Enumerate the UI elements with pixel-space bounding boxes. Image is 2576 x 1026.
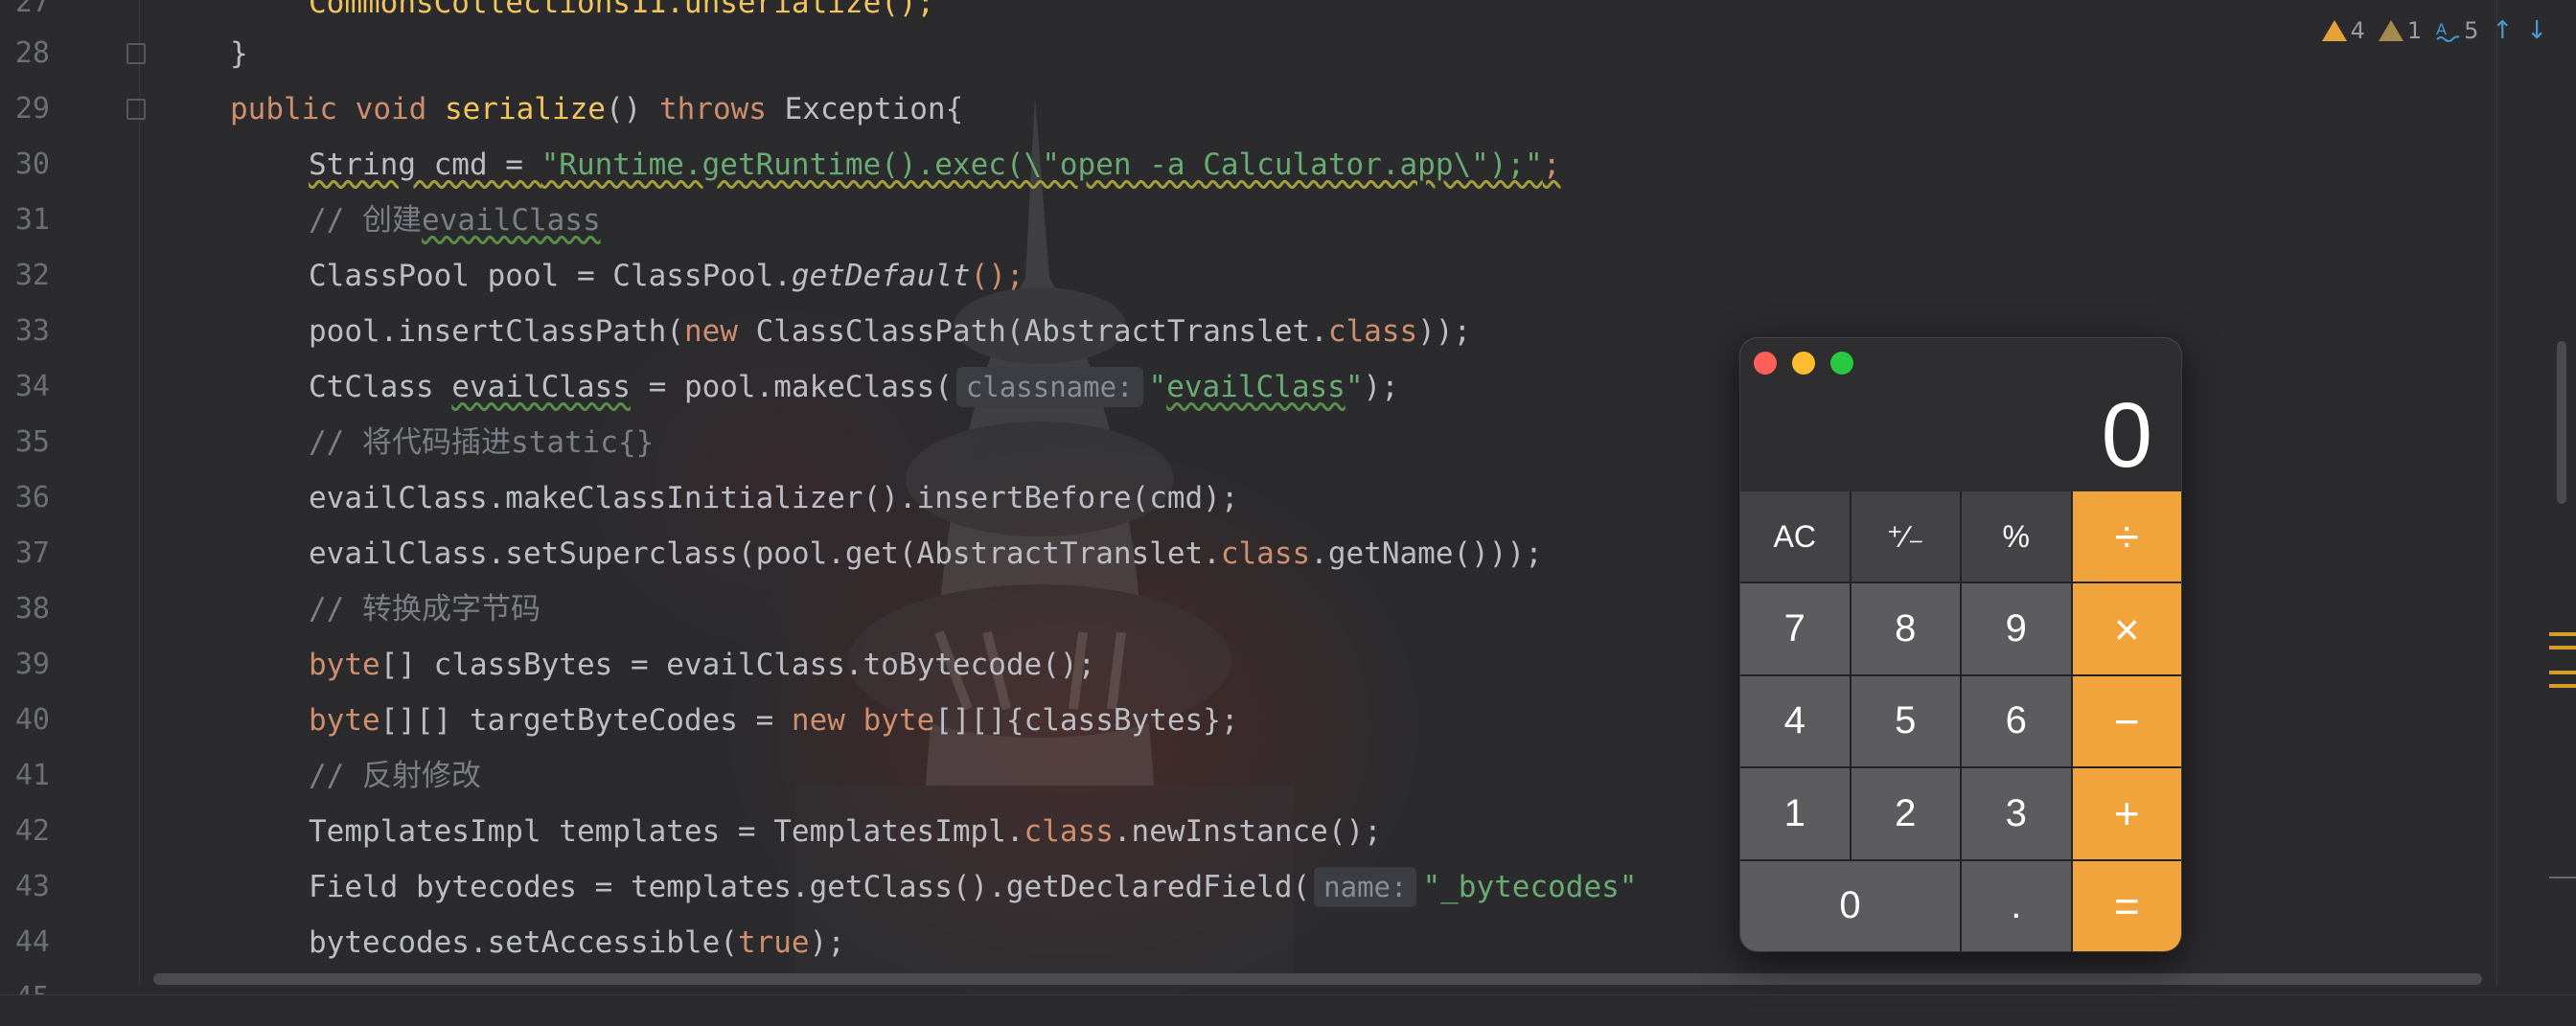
subtract-button[interactable]: − — [2072, 675, 2181, 767]
code-line[interactable]: // 转换成字节码 — [309, 581, 540, 637]
digit-9-button[interactable]: 9 — [1962, 583, 2071, 674]
line-number: 28 — [14, 36, 50, 70]
digit-1-button[interactable]: 1 — [1740, 768, 1850, 859]
arrow-up-icon[interactable]: ↑ — [2492, 16, 2513, 45]
typo-icon: A — [2436, 20, 2460, 42]
digit-2-button[interactable]: 2 — [1851, 768, 1960, 859]
line-number: 29 — [14, 92, 50, 125]
inspection-widget[interactable]: 4 1 A 5 ↑ ↓ — [2321, 13, 2547, 48]
plus-minus-button[interactable]: ⁺∕₋ — [1851, 491, 1960, 582]
code-line[interactable]: evailClass.setSuperclass(pool.get(Abstra… — [309, 526, 1543, 581]
weak-warning-triangle-icon — [2378, 20, 2404, 41]
right-margin-line — [2496, 0, 2497, 987]
warning-triangle-icon — [2321, 20, 2347, 41]
close-button[interactable] — [1754, 352, 1777, 375]
svg-text:A: A — [2436, 20, 2447, 38]
minimize-button[interactable] — [1792, 352, 1815, 375]
line-number: 32 — [14, 259, 50, 292]
line-number: 42 — [14, 814, 50, 848]
line-number: 35 — [14, 425, 50, 459]
decimal-button[interactable]: . — [1962, 860, 2071, 951]
code-line[interactable]: TemplatesImpl templates = TemplatesImpl.… — [309, 804, 1382, 859]
code-line[interactable]: evailClass.makeClassInitializer().insert… — [309, 470, 1239, 526]
multiply-button[interactable]: × — [2072, 583, 2181, 674]
code-line[interactable]: bytecodes.setAccessible(true); — [309, 915, 845, 970]
horizontal-scrollbar[interactable] — [153, 973, 2482, 985]
digit-8-button[interactable]: 8 — [1851, 583, 1960, 674]
all-clear-button[interactable]: AC — [1740, 491, 1850, 582]
fold-end-icon[interactable] — [126, 43, 146, 64]
typos-indicator[interactable]: A 5 — [2435, 17, 2478, 44]
line-number: 34 — [14, 370, 50, 403]
digit-7-button[interactable]: 7 — [1740, 583, 1850, 674]
code-line[interactable]: // 创建evailClass — [309, 193, 601, 248]
line-number: 44 — [14, 925, 50, 959]
code-line[interactable]: } — [230, 26, 248, 81]
line-number: 43 — [14, 870, 50, 903]
code-editor[interactable]: 27 28 29 30 31 32 33 34 35 36 37 38 39 4… — [0, 0, 2576, 1022]
fold-start-icon[interactable] — [126, 99, 146, 120]
code-line[interactable]: String cmd = "Runtime.getRuntime().exec(… — [309, 137, 1560, 193]
error-stripe-mark[interactable] — [2549, 671, 2576, 674]
add-button[interactable]: + — [2072, 768, 2181, 859]
line-number: 33 — [14, 314, 50, 348]
code-line[interactable]: byte[][] targetByteCodes = new byte[][]{… — [309, 693, 1239, 748]
code-line[interactable]: CommonsCollections11.unserialize(); — [309, 0, 934, 31]
weak-warnings-indicator[interactable]: 1 — [2378, 17, 2422, 44]
line-number: 36 — [14, 481, 50, 514]
line-number: 31 — [14, 203, 50, 237]
digit-6-button[interactable]: 6 — [1962, 675, 2071, 767]
code-line[interactable]: Field bytecodes = templates.getClass().g… — [309, 859, 1637, 915]
line-number: 38 — [14, 592, 50, 626]
error-stripe-mark[interactable] — [2549, 632, 2576, 636]
code-line[interactable]: CtClass evailClass = pool.makeClass(clas… — [309, 359, 1399, 415]
code-line[interactable]: // 反射修改 — [309, 748, 481, 804]
error-stripe-mark[interactable] — [2549, 646, 2576, 650]
percent-button[interactable]: % — [1962, 491, 2071, 582]
arrow-down-icon[interactable]: ↓ — [2526, 16, 2547, 45]
line-number: 41 — [14, 759, 50, 792]
status-strip — [0, 994, 2576, 1022]
zoom-button[interactable] — [1830, 352, 1853, 375]
code-line[interactable]: // 将代码插进static{} — [309, 415, 654, 470]
code-line[interactable]: public void serialize() throws Exception… — [230, 81, 963, 137]
line-number: 40 — [14, 703, 50, 737]
equals-button[interactable]: = — [2072, 860, 2181, 951]
error-stripe-mark[interactable] — [2549, 684, 2576, 688]
digit-3-button[interactable]: 3 — [1962, 768, 2071, 859]
parameter-hint: name: — [1314, 867, 1417, 907]
line-number: 39 — [14, 648, 50, 681]
digit-5-button[interactable]: 5 — [1851, 675, 1960, 767]
calculator-keypad: AC ⁺∕₋ % ÷ 7 8 9 × 4 5 6 − 1 2 3 + 0 . = — [1740, 491, 2181, 951]
code-line[interactable]: ClassPool pool = ClassPool.getDefault(); — [309, 248, 1024, 304]
vertical-scrollbar[interactable] — [2557, 341, 2566, 504]
calculator-window[interactable]: 0 AC ⁺∕₋ % ÷ 7 8 9 × 4 5 6 − 1 2 3 + 0 .… — [1740, 338, 2181, 951]
code-line[interactable]: pool.insertClassPath(new ClassClassPath(… — [309, 304, 1471, 359]
line-number: 37 — [14, 536, 50, 570]
code-line[interactable]: byte[] classBytes = evailClass.toBytecod… — [309, 637, 1095, 693]
warnings-indicator[interactable]: 4 — [2321, 17, 2365, 44]
error-stripe-mark[interactable] — [2549, 877, 2576, 878]
line-number: 30 — [14, 148, 50, 181]
digit-4-button[interactable]: 4 — [1740, 675, 1850, 767]
parameter-hint: classname: — [955, 367, 1143, 407]
divide-button[interactable]: ÷ — [2072, 491, 2181, 582]
digit-0-button[interactable]: 0 — [1740, 860, 1960, 951]
calculator-display: 0 — [2101, 384, 2152, 487]
